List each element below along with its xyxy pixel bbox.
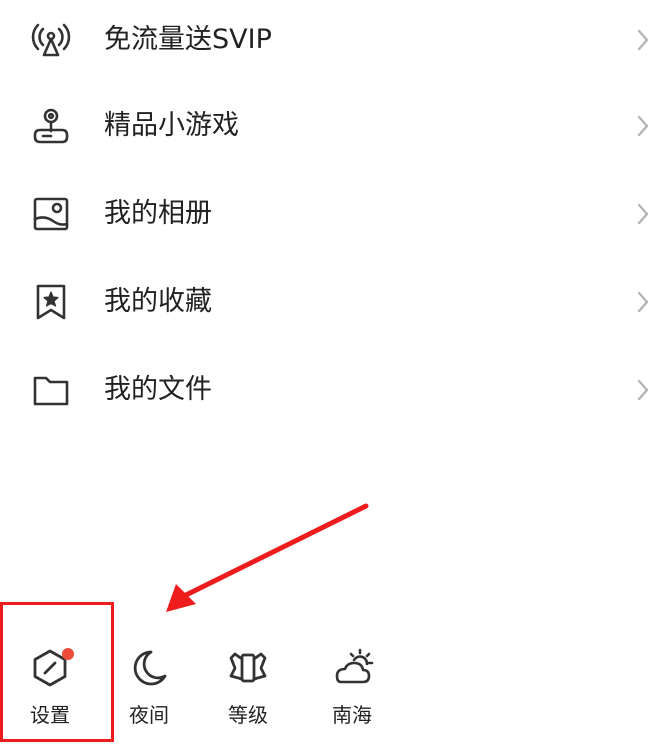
level-badge-icon <box>226 646 270 690</box>
bookmark-star-icon <box>31 282 71 322</box>
chevron-right-icon <box>636 28 650 52</box>
menu-item-label: 我的收藏 <box>104 286 212 317</box>
level-label: 等级 <box>228 703 268 727</box>
settings-label: 设置 <box>30 703 70 727</box>
menu-item-label: 我的相册 <box>104 198 212 229</box>
folder-icon <box>31 370 71 410</box>
photo-album-icon <box>31 194 71 234</box>
menu-item-my-files[interactable]: 我的文件 <box>0 350 650 430</box>
menu-item-free-svip[interactable]: 免流量送SVIP <box>0 0 650 80</box>
weather-cloud-sun-icon <box>330 646 374 690</box>
menu-item-favorites[interactable]: 我的收藏 <box>0 262 650 342</box>
chevron-right-icon <box>636 290 650 314</box>
menu-item-label: 免流量送SVIP <box>104 24 272 55</box>
menu-item-label: 我的文件 <box>104 374 212 405</box>
weather-label: 南海 <box>332 703 372 727</box>
chevron-right-icon <box>636 378 650 402</box>
app-root: 免流量送SVIP 精品小游戏 我的相册 我的收藏 我的文件 设置 夜间 等级 南… <box>0 0 650 744</box>
notification-dot <box>62 648 74 660</box>
moon-icon <box>127 646 171 690</box>
joystick-icon <box>31 106 71 146</box>
menu-item-photo-album[interactable]: 我的相册 <box>0 174 650 254</box>
bottom-toolbar: 设置 夜间 等级 南海 <box>0 600 650 744</box>
chevron-right-icon <box>636 202 650 226</box>
chevron-right-icon <box>636 114 650 138</box>
broadcast-tower-icon <box>31 20 71 60</box>
settings-button[interactable]: 设置 <box>0 646 100 736</box>
night-mode-button[interactable]: 夜间 <box>99 646 199 736</box>
night-mode-label: 夜间 <box>129 703 169 727</box>
level-button[interactable]: 等级 <box>198 646 298 736</box>
weather-button[interactable]: 南海 <box>302 646 402 736</box>
menu-item-label: 精品小游戏 <box>104 110 239 141</box>
menu-item-mini-games[interactable]: 精品小游戏 <box>0 86 650 166</box>
